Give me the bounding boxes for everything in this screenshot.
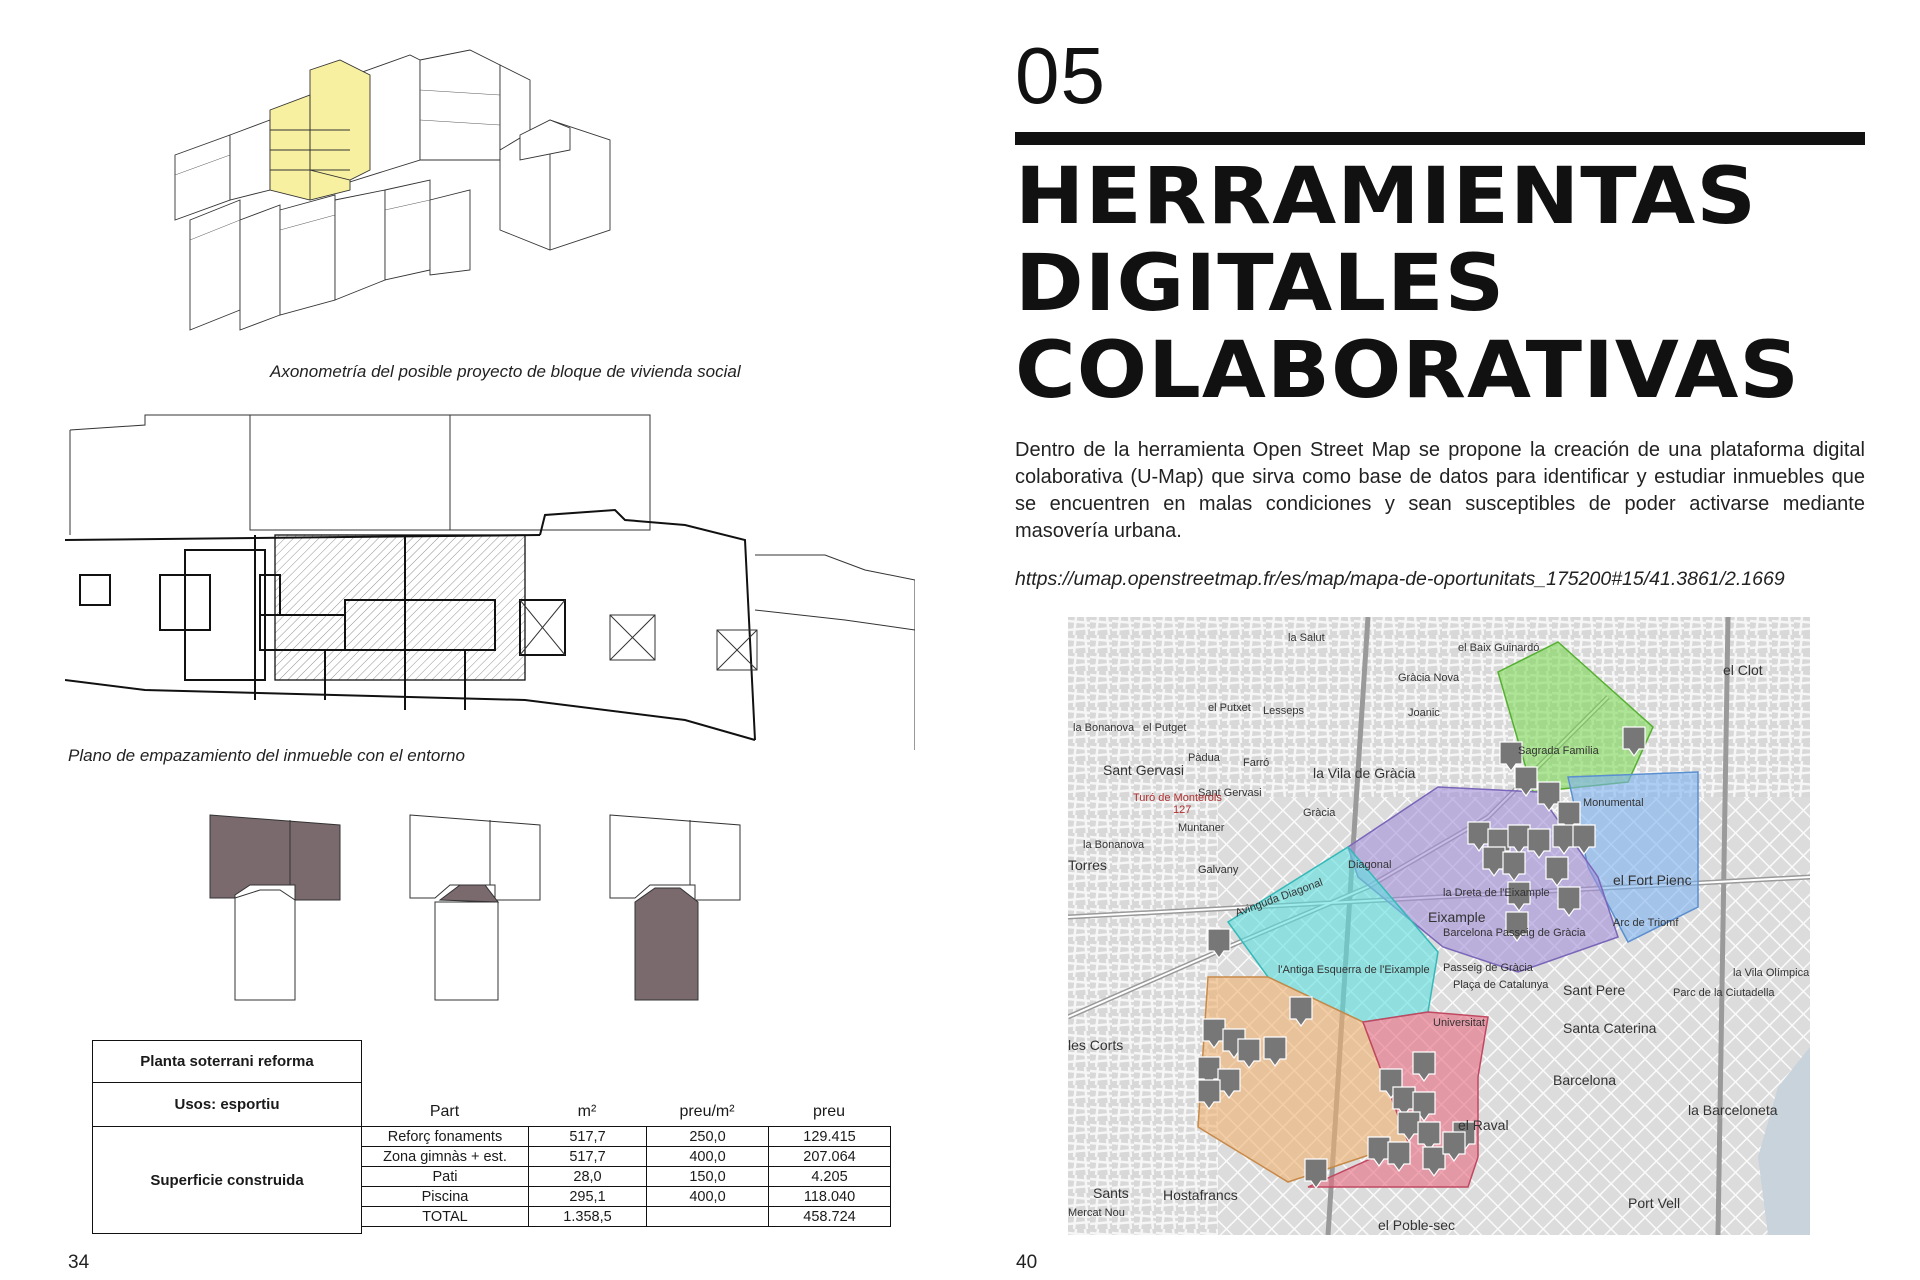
table-group-label: Superficie construida <box>92 1126 362 1234</box>
map-label: el Raval <box>1458 1117 1509 1133</box>
map-label: Barcelona Passeig de Gràcia <box>1443 927 1586 939</box>
cell: 250,0 <box>646 1126 769 1147</box>
map-label: Plaça de Catalunya <box>1453 979 1549 991</box>
title-line-2: DIGITALES <box>1015 239 1506 329</box>
chapter-number: 05 <box>1015 31 1106 120</box>
map-label: Mercat Nou <box>1068 1207 1125 1219</box>
title-line-3: COLABORATIVAS <box>1015 326 1801 416</box>
map-label: la Bonanova <box>1083 839 1145 851</box>
map-label: Port Vell <box>1628 1195 1681 1211</box>
cell: 150,0 <box>646 1166 769 1187</box>
cell: TOTAL <box>361 1206 529 1227</box>
map-label: el Putget <box>1143 722 1187 734</box>
floor-diagrams <box>209 814 741 1001</box>
cell: 1.358,5 <box>528 1206 647 1227</box>
map-label: Sants <box>1093 1185 1129 1201</box>
table-row: Zona gimnàs + est. 517,7 400,0 207.064 <box>361 1146 891 1167</box>
map-label: Arc de Triomf <box>1613 917 1679 929</box>
map-label: la Vila Olímpica <box>1733 967 1810 979</box>
map-label: el Fort Pienc <box>1613 872 1692 888</box>
col-header-part: Part <box>429 1103 460 1120</box>
map-label: el Baix Guinardó <box>1458 642 1540 654</box>
map-label: Sagrada Família <box>1518 745 1599 757</box>
map-label: Eixample <box>1428 909 1486 925</box>
site-plan-drawing <box>65 414 915 750</box>
table-row: Pati 28,0 150,0 4.205 <box>361 1166 891 1187</box>
map-label: Gràcia <box>1303 807 1336 819</box>
page-number-left: 34 <box>68 1252 90 1273</box>
body-paragraph: Dentro de la herramienta Open Street Map… <box>1015 439 1865 542</box>
cell: Reforç fonaments <box>361 1126 529 1147</box>
siteplan-caption: Plano de empazamiento del inmueble con e… <box>68 746 465 765</box>
map-label: Monumental <box>1583 797 1644 809</box>
table-uses: Usos: esportiu <box>92 1082 362 1127</box>
map-label: Torres <box>1068 857 1107 873</box>
map-label: el Poble-sec <box>1378 1217 1456 1233</box>
cell: Zona gimnàs + est. <box>361 1146 529 1167</box>
col-header-m2: m² <box>577 1103 597 1120</box>
map-label: la Barceloneta <box>1688 1102 1778 1118</box>
cell: 118.040 <box>768 1186 891 1207</box>
map-label: Sant Pere <box>1563 982 1626 998</box>
cell: 400,0 <box>646 1146 769 1167</box>
map-label: Hostafrancs <box>1163 1187 1238 1203</box>
map-label: Turó de Monterols <box>1133 792 1222 804</box>
map-label: Passeig de Gràcia <box>1443 962 1533 974</box>
umap-link[interactable]: https://umap.openstreetmap.fr/es/map/map… <box>1015 568 1785 591</box>
map-label: Galvany <box>1198 864 1239 876</box>
table-row: Piscina 295,1 400,0 118.040 <box>361 1186 891 1207</box>
cell: 4.205 <box>768 1166 891 1187</box>
cell: 517,7 <box>528 1146 647 1167</box>
cell: 207.064 <box>768 1146 891 1167</box>
col-header-preu: preu <box>812 1103 846 1120</box>
map-label: la Dreta de l'Eixample <box>1443 887 1550 899</box>
table-title: Planta soterrani reforma <box>92 1040 362 1083</box>
map-label: Universitat <box>1433 1017 1485 1029</box>
map-label: Sant Gervasi <box>1103 762 1184 778</box>
cell: 400,0 <box>646 1186 769 1207</box>
title-line-1: HERRAMIENTAS <box>1015 152 1757 242</box>
map-label: Muntaner <box>1178 822 1225 834</box>
umap-map[interactable]: la Salut el Baix Guinardó Gràcia Nova el… <box>1068 617 1810 1235</box>
map-label: la Vila de Gràcia <box>1313 765 1416 781</box>
cell: Pati <box>361 1166 529 1187</box>
map-label: Parc de la Ciutadella <box>1673 987 1775 999</box>
title-rule <box>1015 132 1865 145</box>
axonometry-caption: Axonometría del posible proyecto de bloq… <box>270 362 741 381</box>
cell: 28,0 <box>528 1166 647 1187</box>
cell: 295,1 <box>528 1186 647 1207</box>
map-label: les Corts <box>1068 1037 1124 1053</box>
cell <box>646 1206 769 1227</box>
map-label: Diagonal <box>1348 859 1392 871</box>
cell: 129.415 <box>768 1126 891 1147</box>
cell: 517,7 <box>528 1126 647 1147</box>
map-label: la Bonanova <box>1073 722 1135 734</box>
map-label: 127 <box>1173 804 1192 816</box>
map-label: el Putxet <box>1208 702 1251 714</box>
table-row-total: TOTAL 1.358,5 458.724 <box>361 1206 891 1227</box>
cell: 458.724 <box>768 1206 891 1227</box>
map-label: Lesseps <box>1263 705 1304 717</box>
map-label: Pàdua <box>1188 752 1220 764</box>
map-label: el Clot <box>1723 662 1763 678</box>
map-label: Farró <box>1243 757 1270 769</box>
map-label: l'Antiga Esquerra de l'Eixample <box>1278 964 1430 976</box>
table-row: Reforç fonaments 517,7 250,0 129.415 <box>361 1126 891 1147</box>
page-number-right: 40 <box>1016 1252 1038 1273</box>
axonometry-drawing <box>174 49 611 331</box>
map-label: Santa Caterina <box>1563 1020 1657 1036</box>
map-label: la Salut <box>1288 632 1325 644</box>
map-label: Joanic <box>1408 707 1440 719</box>
cell: Piscina <box>361 1186 529 1207</box>
map-label: Barcelona <box>1553 1072 1617 1088</box>
map-label: Gràcia Nova <box>1398 672 1460 684</box>
cost-table: Reforç fonaments 517,7 250,0 129.415 Zon… <box>361 1126 891 1227</box>
col-header-preu-m2: preu/m² <box>679 1103 735 1120</box>
